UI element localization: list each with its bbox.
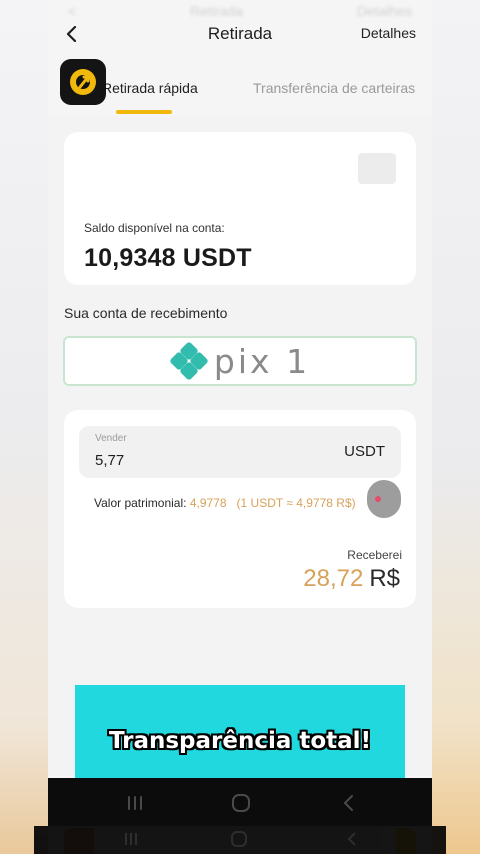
home-icon[interactable] (230, 792, 252, 814)
balance-label: Saldo disponível na conta: (84, 221, 225, 235)
recent-apps-icon[interactable] (124, 792, 146, 814)
sell-label: Vender (95, 433, 127, 444)
system-nav-bar (48, 778, 432, 826)
balance-card: Saldo disponível na conta: 10,9348 USDT (64, 132, 416, 285)
tab-quick-withdrawal[interactable]: Retirada rápida (102, 80, 198, 96)
caption-text: Transparência total! (108, 727, 372, 754)
ghost-home-icon (231, 831, 247, 847)
sell-amount-input[interactable]: Vender 5,77 USDT (79, 426, 401, 478)
exchange-rate: (1 USDT ≈ 4,9778 R$) (236, 496, 356, 510)
equity-label: Valor patrimonial: (94, 496, 187, 510)
main-content: Saldo disponível na conta: 10,9348 USDT … (48, 116, 432, 854)
equity-value: 4,9778 (189, 496, 227, 510)
pix-logo-icon (170, 342, 208, 380)
receive-value: 28,72 (303, 565, 364, 592)
card-decoration (358, 153, 396, 184)
receiving-account-selector[interactable]: pix 1 (63, 336, 417, 386)
notification-dot (375, 496, 381, 502)
details-link[interactable]: Detalhes (361, 25, 416, 41)
backdrop-right (432, 0, 480, 854)
sell-currency: USDT (344, 443, 385, 460)
header: Retirada Detalhes (48, 14, 432, 54)
ghost-nav-bar (34, 826, 446, 854)
page-title: Retirada (207, 24, 273, 43)
floating-assistant-button[interactable] (367, 480, 401, 518)
equity-row: Valor patrimonial: 4,9778 (1 USDT ≈ 4,97… (94, 496, 356, 510)
pix-logo-text: pix 1 (214, 342, 310, 381)
receive-label: Receberei (347, 548, 402, 562)
back-button[interactable] (58, 20, 86, 48)
sell-value: 5,77 (95, 452, 125, 469)
pix-method-label: pix (213, 341, 273, 381)
receive-currency: R$ (369, 565, 400, 592)
ghost-back-icon (347, 832, 356, 846)
balance-value: 10,9348 USDT (84, 244, 252, 272)
tab-wallet-transfer[interactable]: Transferência de carteiras (253, 80, 415, 96)
back-icon[interactable] (338, 792, 360, 814)
chevron-left-icon (66, 26, 77, 42)
backdrop-left (0, 0, 48, 854)
ghost-recent-apps-icon (125, 833, 137, 845)
app-logo-icon (60, 59, 106, 105)
sell-card: Vender 5,77 USDT Valor patrimonial: 4,97… (64, 410, 416, 608)
tab-bar: Retirada rápida Transferência de carteir… (48, 59, 432, 116)
receiving-account-title: Sua conta de recebimento (64, 305, 228, 321)
pix-method-suffix: 1 (286, 341, 311, 381)
receive-amount: 28,72 R$ (303, 565, 400, 593)
active-tab-indicator (116, 110, 172, 114)
